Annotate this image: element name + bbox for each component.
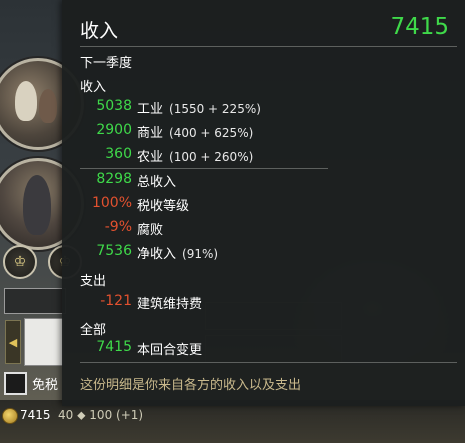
expense-header: 支出 — [80, 274, 107, 289]
all-header: 全部 — [80, 323, 107, 338]
tax-exempt-checkbox[interactable] — [4, 372, 27, 395]
row-value: 100% — [91, 195, 132, 211]
row-detail: (1550 + 225%) — [169, 102, 261, 116]
input-slot[interactable] — [4, 288, 66, 314]
next-season-label: 下一季度 — [80, 56, 133, 71]
gold-amount: 7415 — [20, 408, 51, 422]
row-detail: (400 + 625%) — [169, 126, 254, 140]
settlement-badge-icon[interactable]: ♔ — [3, 245, 37, 279]
row-value: -9% — [104, 219, 132, 235]
tooltip-title: 收入 — [80, 20, 119, 42]
row-label: 商业 — [137, 126, 164, 141]
row-label: 腐败 — [137, 223, 164, 238]
income-tooltip: 收入 7415 下一季度 收入 5038 工业 (1550 + 225%) 290… — [62, 0, 465, 406]
row-label: 净收入 — [137, 247, 177, 262]
resource-bar-extra: 40 ⬥ 100 (+1) — [58, 408, 144, 422]
coin-icon — [2, 408, 18, 424]
row-value: 8298 — [96, 171, 132, 187]
tooltip-footnote: 这份明细是你来自各方的收入以及支出 — [80, 378, 302, 393]
divider — [80, 168, 328, 169]
row-label: 本回合变更 — [137, 343, 203, 358]
divider — [80, 46, 457, 47]
row-value: 2900 — [96, 122, 132, 138]
row-value: -121 — [100, 293, 132, 309]
row-label: 工业 — [137, 102, 164, 117]
divider — [80, 362, 457, 363]
row-detail: (100 + 260%) — [169, 150, 254, 164]
row-value: 7536 — [96, 243, 132, 259]
row-detail: (91%) — [182, 247, 219, 261]
row-label: 建筑维持费 — [137, 297, 203, 312]
tooltip-total: 7415 — [390, 14, 449, 40]
white-panel — [24, 318, 64, 366]
row-label: 总收入 — [137, 175, 177, 190]
row-value: 5038 — [96, 98, 132, 114]
income-header: 收入 — [80, 80, 107, 95]
row-label: 农业 — [137, 150, 164, 165]
tax-exempt-label: 免税 — [32, 378, 59, 393]
left-arrow-icon[interactable]: ◀ — [5, 320, 21, 364]
row-label: 税收等级 — [137, 199, 190, 214]
row-value: 7415 — [96, 339, 132, 355]
row-value: 360 — [105, 146, 132, 162]
